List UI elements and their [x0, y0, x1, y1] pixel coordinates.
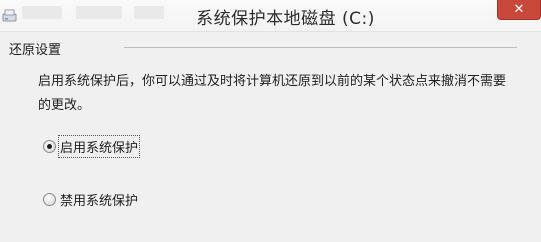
restore-settings-description: 启用系统保护后，你可以通过及时将计算机还原到以前的某个状态点来撤消不需要的更改。 [38, 74, 507, 113]
window-title: 系统保护本地磁盘 (C:) [196, 9, 375, 29]
title-bar[interactable]: 系统保护本地磁盘 (C:) ✕ [0, 0, 541, 32]
disable-protection-radio[interactable] [43, 192, 56, 206]
enable-protection-radio[interactable] [43, 139, 56, 153]
enable-protection-option[interactable]: 启用系统保护 [43, 134, 141, 158]
close-button[interactable]: ✕ [497, 0, 541, 20]
restore-settings-header: 还原设置 [9, 43, 62, 58]
system-protection-window: 系统保护本地磁盘 (C:) ✕ 还原设置 启用系统保护后，你可以通过及时将计算机… [0, 0, 541, 242]
group-divider [124, 47, 517, 48]
close-icon: ✕ [513, 2, 525, 17]
disable-protection-label[interactable]: 禁用系统保护 [60, 190, 138, 209]
enable-protection-label[interactable]: 启用系统保护 [57, 134, 141, 158]
disable-protection-option[interactable]: 禁用系统保护 [43, 190, 138, 209]
